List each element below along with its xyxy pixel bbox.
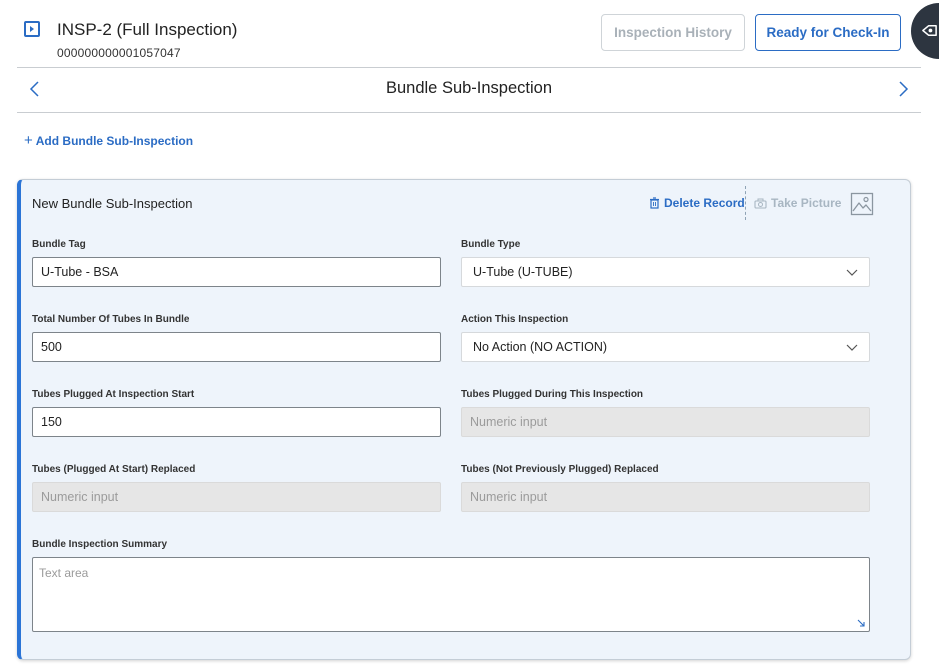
chevron-right-icon[interactable] [896,80,910,98]
tubes-plugged-start-replaced-input[interactable]: Numeric input [32,482,441,512]
tubes-plugged-during-input[interactable]: Numeric input [461,407,870,437]
inspection-history-button[interactable]: Inspection History [601,14,745,51]
take-picture-button[interactable]: Take Picture [754,196,841,210]
action-this-inspection-value: No Action (NO ACTION) [473,340,608,354]
add-bundle-sub-inspection-link[interactable]: + Add Bundle Sub-Inspection [24,132,194,149]
chevron-down-icon [846,269,858,276]
bundle-type-value: U-Tube (U-TUBE) [473,265,573,279]
action-this-inspection-select[interactable]: No Action (NO ACTION) [461,332,870,362]
tubes-not-plugged-replaced-label: Tubes (Not Previously Plugged) Replaced [461,464,659,475]
tubes-plugged-start-input[interactable]: 150 [32,407,441,437]
bundle-sub-inspection-card: New Bundle Sub-Inspection Delete Record … [17,179,911,660]
plus-icon: + [24,132,33,149]
section-title: Bundle Sub-Inspection [385,79,553,97]
header-divider [17,67,921,68]
tubes-plugged-start-replaced-label: Tubes (Plugged At Start) Replaced [32,464,196,475]
take-picture-label: Take Picture [771,196,842,210]
delete-record-button[interactable]: Delete Record [649,196,745,210]
action-this-inspection-label: Action This Inspection [461,314,569,325]
tubes-plugged-start-label: Tubes Plugged At Inspection Start [32,389,195,400]
delete-record-label: Delete Record [664,196,745,210]
summary-label: Bundle Inspection Summary [32,539,168,550]
record-header: INSP-2 (Full Inspection) 000000000001057… [0,0,939,67]
bundle-tag-input[interactable]: U-Tube - BSA [32,257,441,287]
panel-toggle-icon[interactable] [24,21,40,37]
total-tubes-label: Total Number Of Tubes In Bundle [32,314,190,325]
ready-for-checkin-button[interactable]: Ready for Check-In [755,14,901,51]
bundle-tag-label: Bundle Tag [32,239,86,250]
bundle-type-select[interactable]: U-Tube (U-TUBE) [461,257,870,287]
eye-arrow-icon [922,25,937,36]
summary-placeholder: Text area [39,566,89,580]
bundle-type-label: Bundle Type [461,239,521,250]
total-tubes-input[interactable]: 500 [32,332,441,362]
action-divider [745,186,746,220]
tubes-not-plugged-replaced-input[interactable]: Numeric input [461,482,870,512]
record-title: INSP-2 (Full Inspection) [57,20,238,39]
card-title: New Bundle Sub-Inspection [32,196,193,211]
side-panel-tab[interactable] [911,3,939,59]
nav-divider [17,112,921,113]
summary-textarea[interactable]: Text area [32,557,870,632]
tubes-plugged-during-label: Tubes Plugged During This Inspection [461,389,644,400]
trash-icon [650,197,659,209]
record-id: 000000000001057047 [57,46,181,60]
resize-handle-icon[interactable] [857,619,866,628]
add-bundle-label: Add Bundle Sub-Inspection [35,134,194,148]
image-icon[interactable] [850,192,874,216]
chevron-down-icon [846,344,858,351]
camera-icon [754,198,767,209]
